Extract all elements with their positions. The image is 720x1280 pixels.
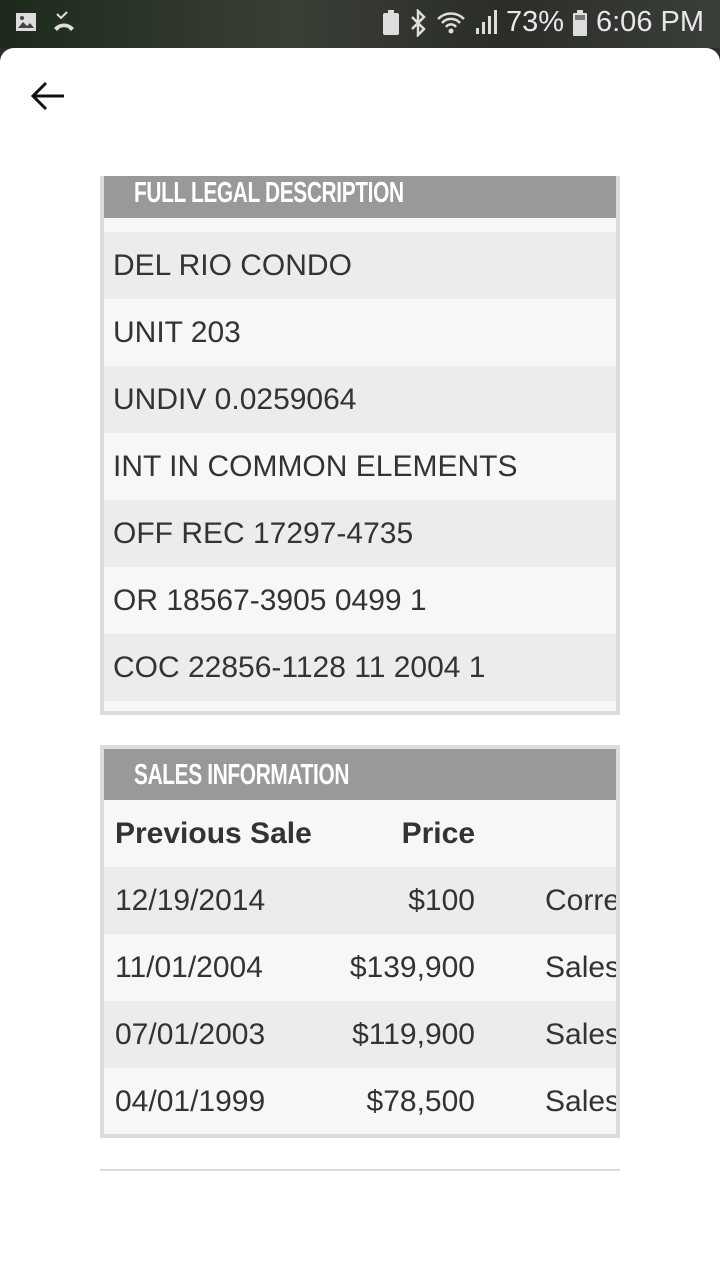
column-header-price: Price bbox=[401, 817, 475, 850]
sale-price: $100 bbox=[408, 884, 475, 917]
sale-date: 04/01/1999 bbox=[115, 1085, 266, 1118]
sale-type: Sales bbox=[545, 1018, 620, 1051]
wifi-icon bbox=[437, 11, 465, 33]
column-header-previous-sale: Previous Sale bbox=[115, 817, 312, 850]
divider bbox=[100, 1169, 620, 1171]
legal-line: UNDIV 0.0259064 bbox=[104, 366, 616, 433]
arrow-left-icon[interactable] bbox=[28, 78, 68, 114]
battery-percent: 73% bbox=[505, 6, 564, 38]
sale-price: $78,500 bbox=[366, 1085, 475, 1118]
gallery-icon bbox=[16, 13, 36, 31]
legal-line: INT IN COMMON ELEMENTS bbox=[104, 433, 616, 500]
sale-type: Sales bbox=[545, 951, 620, 984]
sales-information-card: SALES INFORMATION Previous Sale Price 12… bbox=[100, 745, 620, 1138]
missed-call-icon bbox=[54, 11, 74, 31]
bottom-sheet: FULL LEGAL DESCRIPTION DEL RIO CONDO UNI… bbox=[0, 48, 720, 1280]
sale-date: 12/19/2014 bbox=[115, 884, 266, 917]
table-row: 07/01/2003 $119,900 Sales bbox=[104, 1001, 616, 1068]
battery-icon bbox=[573, 9, 587, 36]
legal-line: OFF REC 17297-4735 bbox=[104, 500, 616, 567]
table-row: 11/01/2004 $139,900 Sales bbox=[104, 934, 616, 1001]
bluetooth-icon bbox=[411, 8, 426, 37]
sale-type: Corre bbox=[545, 884, 620, 917]
sale-price: $139,900 bbox=[349, 951, 475, 984]
signal-icon bbox=[475, 9, 497, 34]
status-bar: 73% 6:06 PM bbox=[0, 0, 720, 48]
table-row: 12/19/2014 $100 Corre bbox=[104, 867, 616, 934]
legal-line: UNIT 203 bbox=[104, 299, 616, 366]
sale-date: 11/01/2004 bbox=[115, 951, 263, 984]
sale-type: Sales bbox=[545, 1085, 620, 1118]
battery-saver-icon bbox=[382, 9, 399, 35]
legal-description-card: FULL LEGAL DESCRIPTION DEL RIO CONDO UNI… bbox=[100, 176, 620, 715]
sales-information-header: SALES INFORMATION bbox=[104, 749, 616, 800]
legal-line: DEL RIO CONDO bbox=[104, 232, 616, 299]
table-header-row: Previous Sale Price bbox=[104, 800, 616, 867]
legal-line: OR 18567-3905 0499 1 bbox=[104, 567, 616, 634]
legal-line: COC 22856-1128 11 2004 1 bbox=[104, 634, 616, 701]
sale-date: 07/01/2003 bbox=[115, 1018, 266, 1051]
table-row: 04/01/1999 $78,500 Sales bbox=[104, 1068, 616, 1134]
legal-description-header: FULL LEGAL DESCRIPTION bbox=[104, 176, 616, 218]
sale-price: $119,900 bbox=[352, 1018, 475, 1051]
clock: 6:06 PM bbox=[596, 6, 704, 38]
